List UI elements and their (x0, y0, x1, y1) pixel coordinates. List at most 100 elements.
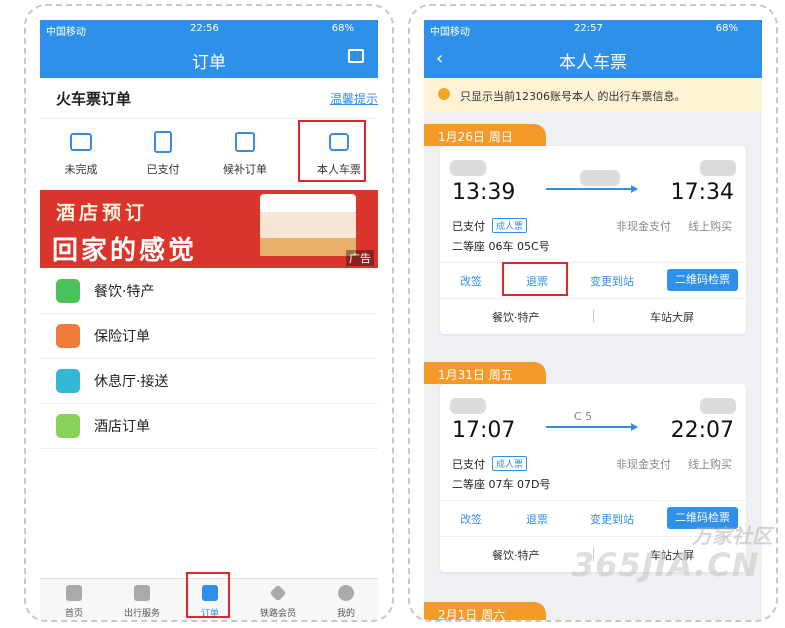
ticket-links: 餐饮·特产 车站大屏 (440, 298, 746, 333)
arrive-time: 17:34 (670, 180, 734, 205)
ticket-date: 2月1日 周六 (438, 608, 506, 622)
nav-profile[interactable]: 我的 (312, 579, 380, 619)
carrier-label: 中国移动 (430, 27, 470, 38)
nav-travel[interactable]: 出行服务 (108, 579, 176, 619)
tab-unfinished[interactable]: 未完成 (40, 119, 122, 189)
tab-label: 已支付 (146, 163, 180, 176)
watermark-brand: 万家社区 (692, 524, 772, 548)
tab-label: 未完成 (64, 163, 98, 176)
status-bar: 中国移动 22:56 68% (40, 20, 378, 38)
seat-info: 二等座 07车 07D号 (452, 478, 551, 491)
shield-icon (56, 324, 80, 348)
luggage-icon (134, 585, 150, 601)
status-bar: 中国移动 22:57 68% (424, 20, 762, 38)
ticket-date: 1月26日 周日 (438, 130, 513, 144)
train-number: C 5 (574, 410, 593, 423)
clock: 22:57 (574, 23, 603, 34)
station-screen-link[interactable]: 车站大屏 (650, 309, 694, 325)
notice-text: 只显示当前12306账号本人 的出行车票信息。 (460, 90, 686, 103)
battery-level: 68% (331, 23, 354, 34)
ticket-date-tag: 2月1日 周六 (424, 602, 546, 622)
hotel-ad-banner[interactable]: 酒店预订 回家的感觉 广告 (40, 190, 378, 268)
ticket-type-badge: 成人票 (492, 218, 528, 233)
nav-label: 首页 (64, 609, 83, 619)
change-ticket-button[interactable]: 改签 (460, 273, 482, 289)
ticket-date: 1月31日 周五 (438, 368, 513, 382)
clock: 22:56 (190, 23, 219, 34)
purchase-channel: 线上购买 (688, 458, 732, 471)
sun-icon (438, 88, 450, 100)
ad-label: 广告 (346, 250, 374, 266)
depart-station-blurred (450, 398, 486, 414)
menu-label: 休息厅·接送 (94, 374, 169, 390)
tab-label: 候补订单 (223, 163, 267, 176)
menu-item-hotel[interactable]: 酒店订单 (40, 403, 378, 449)
nav-label: 我的 (336, 609, 355, 619)
menu-label: 保险订单 (94, 329, 150, 345)
carrier-label: 中国移动 (46, 27, 86, 38)
nav-bar: ‹ 本人车票 (424, 38, 762, 78)
menu-label: 酒店订单 (94, 419, 150, 435)
arrive-station-blurred (700, 398, 736, 414)
depart-time: 17:07 (452, 418, 516, 443)
page-title: 订单 (192, 53, 226, 73)
depart-station-blurred (450, 160, 486, 176)
diamond-icon (269, 584, 287, 602)
food-icon (56, 279, 80, 303)
train-icon (66, 585, 82, 601)
nav-label: 出行服务 (123, 609, 160, 619)
menu-item-insurance[interactable]: 保险订单 (40, 313, 378, 359)
refund-button[interactable]: 退票 (526, 511, 548, 527)
document-icon (154, 131, 172, 153)
arrow-icon (546, 423, 638, 431)
arrive-station-blurred (700, 160, 736, 176)
highlight-box (298, 120, 366, 182)
nav-bar: 订单 (40, 38, 378, 78)
phone-orders-screen: 中国移动 22:56 68% 订单 火车票订单 温馨提示 未完成 已支付 候补订… (24, 4, 394, 622)
menu-item-lounge[interactable]: 休息厅·接送 (40, 358, 378, 404)
ticket-date-tag: 1月26日 周日 (424, 124, 546, 146)
highlight-box (502, 262, 568, 296)
nav-label: 铁路会员 (259, 609, 296, 619)
message-icon[interactable] (348, 49, 364, 63)
arrow-icon (546, 185, 638, 193)
highlight-box (186, 572, 230, 618)
pay-type: 非现金支付 (616, 458, 671, 471)
change-destination-button[interactable]: 变更到站 (590, 511, 634, 527)
food-link[interactable]: 餐饮·特产 (492, 547, 540, 563)
tab-paid[interactable]: 已支付 (122, 119, 204, 189)
notice-bar: 只显示当前12306账号本人 的出行车票信息。 (424, 78, 762, 112)
train-number-blurred (580, 170, 620, 186)
purchase-channel: 线上购买 (688, 220, 732, 233)
battery-level: 68% (715, 23, 738, 34)
user-icon (338, 585, 354, 601)
train-orders-title: 火车票订单 (56, 90, 132, 108)
banner-line2: 回家的感觉 (52, 236, 198, 266)
ticket-card[interactable]: 13:39 17:34 已支付 成人票 非现金支付 线上购买 二等座 06车 0… (440, 146, 746, 334)
nav-home[interactable]: 首页 (40, 579, 108, 619)
payment-status: 已支付 (452, 458, 485, 471)
seat-info: 二等座 06车 05C号 (452, 240, 550, 253)
menu-item-food[interactable]: 餐饮·特产 (40, 268, 378, 314)
page-title: 本人车票 (559, 53, 627, 73)
tips-link[interactable]: 温馨提示 (330, 90, 378, 107)
divider (593, 309, 594, 323)
lounge-icon (56, 369, 80, 393)
banner-line1: 酒店预订 (56, 202, 149, 224)
tab-waitlist[interactable]: 候补订单 (204, 119, 286, 189)
change-ticket-button[interactable]: 改签 (460, 511, 482, 527)
card-icon (70, 133, 92, 151)
hotel-icon (56, 414, 80, 438)
menu-label: 餐饮·特产 (94, 284, 155, 300)
qr-checkin-button[interactable]: 二维码检票 (667, 269, 738, 291)
nav-membership[interactable]: 铁路会员 (244, 579, 312, 619)
food-link[interactable]: 餐饮·特产 (492, 309, 540, 325)
ticket-date-tag: 1月31日 周五 (424, 362, 546, 384)
change-destination-button[interactable]: 变更到站 (590, 273, 634, 289)
depart-time: 13:39 (452, 180, 516, 205)
ticket-type-badge: 成人票 (492, 456, 528, 471)
arrive-time: 22:07 (670, 418, 734, 443)
watermark-domain: 365JIA.CN (572, 546, 760, 584)
pay-type: 非现金支付 (616, 220, 671, 233)
calendar-icon (235, 132, 255, 152)
